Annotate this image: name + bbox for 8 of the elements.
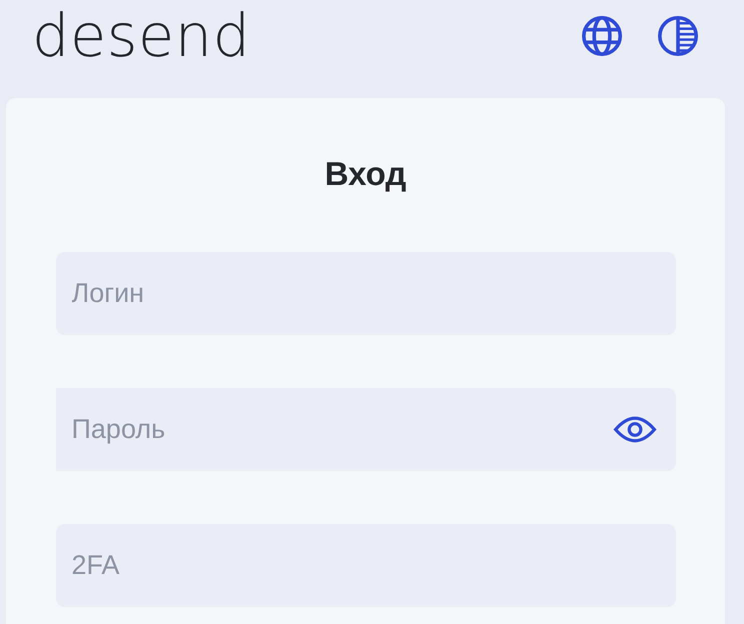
- card-title: Вход: [324, 154, 406, 194]
- text-field[interactable]: Логин: [56, 252, 676, 335]
- eye-icon[interactable]: [612, 415, 656, 444]
- globe-icon[interactable]: [582, 16, 622, 56]
- logo: desend: [32, 4, 251, 68]
- text-field[interactable]: 2FA: [56, 524, 676, 607]
- contrast-icon[interactable]: [658, 16, 698, 56]
- password-field[interactable]: Пароль: [56, 388, 676, 471]
